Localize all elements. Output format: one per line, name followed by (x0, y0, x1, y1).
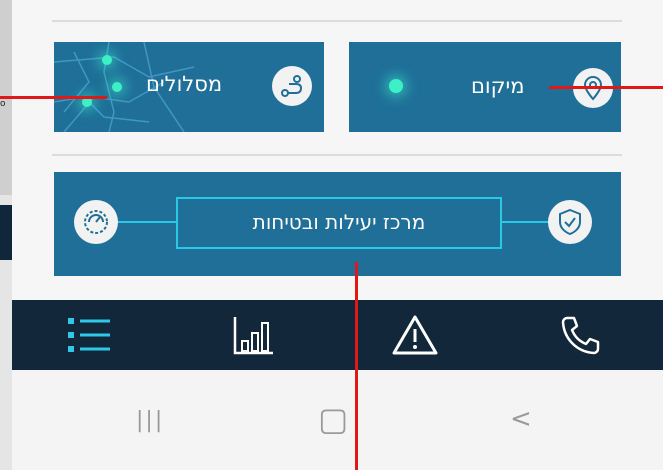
recent-apps-button[interactable]: ||| (136, 408, 164, 433)
callout-line-safety-center (355, 262, 358, 470)
app-screen: מסלולים מיקום מרכז יעילות ובטיחות ||| ▢ … (12, 0, 663, 470)
gauge-gear-icon (74, 200, 118, 244)
list-menu-icon[interactable] (64, 312, 114, 358)
warning-icon[interactable] (390, 312, 440, 358)
routes-tile[interactable]: מסלולים (54, 42, 324, 132)
map-marker (102, 55, 112, 65)
callout-line-location (549, 86, 663, 89)
system-navigation-bar: ||| ▢ < (12, 370, 663, 470)
location-marker (389, 79, 403, 93)
bottom-navigation (12, 300, 663, 370)
route-icon (272, 66, 312, 106)
bar-chart-icon[interactable] (229, 312, 279, 358)
safety-center-tile[interactable]: מרכז יעילות ובטיחות (54, 172, 621, 276)
adjacent-screenshot-edge: o (0, 0, 12, 470)
connector-left (118, 221, 176, 223)
callout-line-routes (0, 96, 107, 99)
divider-middle (52, 154, 622, 156)
map-marker (112, 82, 122, 92)
phone-icon[interactable] (555, 312, 605, 358)
back-button[interactable]: < (510, 404, 532, 434)
routes-label: מסלולים (146, 72, 223, 96)
adjacent-screenshot-text: o (0, 99, 6, 109)
connector-right (502, 221, 548, 223)
home-button[interactable]: ▢ (318, 400, 348, 438)
safety-center-label: מרכז יעילות ובטיחות (252, 210, 426, 234)
shield-check-icon (548, 200, 592, 244)
adjacent-screenshot-bar (0, 205, 12, 260)
divider-top (52, 20, 622, 22)
location-label: מיקום (471, 74, 525, 98)
